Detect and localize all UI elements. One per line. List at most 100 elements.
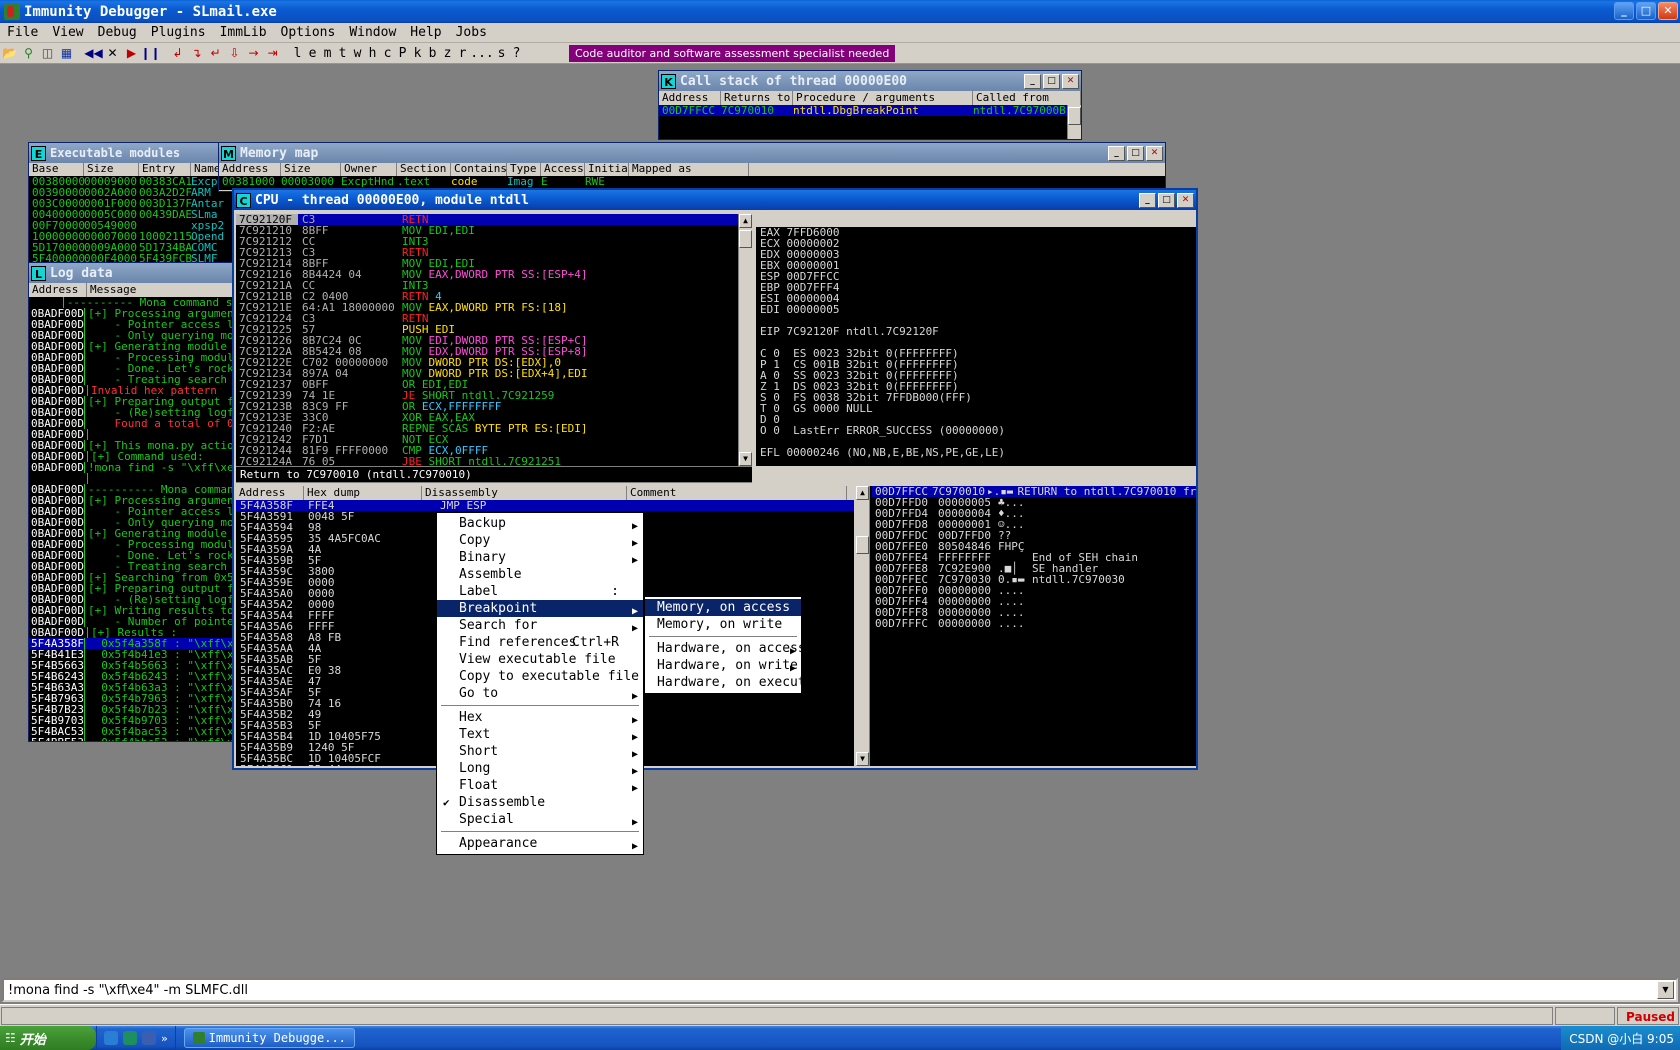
maximize-button[interactable]: □ [1636, 2, 1656, 20]
cpu-maximize-button[interactable]: □ [1158, 192, 1175, 208]
submenu-item-memory-on-write[interactable]: Memory, on write [645, 616, 801, 633]
stop-icon[interactable]: ✕ [104, 45, 121, 62]
memorymap-close-button[interactable]: ✕ [1146, 145, 1163, 161]
memorymap-col-access[interactable]: Access [541, 163, 585, 176]
menu-file[interactable]: File [0, 24, 45, 41]
ad-banner[interactable]: Code auditor and software assessment spe… [569, 45, 896, 62]
memorymap-maximize-button[interactable]: □ [1127, 145, 1144, 161]
callstack-column-headers[interactable]: Address Returns to Procedure / arguments… [659, 91, 1081, 105]
menu-item-short[interactable]: Short ▶ [437, 743, 643, 760]
toolbar-letter-z[interactable]: z [440, 46, 455, 61]
dump-col-address[interactable]: Address [236, 486, 304, 500]
submenu-item-memory-on-access[interactable]: Memory, on access [645, 599, 801, 616]
run-person-icon[interactable]: ⚲ [20, 45, 37, 62]
start-button[interactable]: ☷ 开始 [0, 1026, 96, 1050]
logdata-col-address[interactable]: Address [29, 283, 87, 297]
window-controls[interactable]: _ □ ✕ [1614, 2, 1678, 20]
toolbar-letter-k[interactable]: k [410, 46, 425, 61]
taskbar-item-immunity[interactable]: Immunity Debugge... [183, 1028, 355, 1048]
callstack-col-returns[interactable]: Returns to [721, 91, 793, 105]
system-tray[interactable]: CSDN @小白 9:05 [1561, 1026, 1680, 1050]
step-into-icon[interactable]: ↲ [169, 45, 186, 62]
command-input[interactable]: !mona find -s "\xff\xe4" -m SLMFC.dll [4, 983, 248, 998]
disassembly-scrollbar[interactable]: ▲ ▼ [738, 214, 752, 466]
toolbar-letter-h[interactable]: h [365, 46, 380, 61]
table-row[interactable]: 00D7FFCC 7C970010 ntdll.DbgBreakPoint nt… [659, 105, 1081, 116]
taskbar[interactable]: ☷ 开始 » Immunity Debugge... CSDN @小白 9:05 [0, 1026, 1680, 1050]
command-bar[interactable]: !mona find -s "\xff\xe4" -m SLMFC.dll ▼ [2, 978, 1678, 1002]
scroll-up-icon[interactable]: ▲ [739, 214, 752, 228]
modules-col-entry[interactable]: Entry [139, 163, 191, 176]
menu-item-float[interactable]: Float ▶ [437, 777, 643, 794]
trace-over-icon[interactable]: ⇩ [226, 45, 243, 62]
chevron-right-icon[interactable]: » [161, 1032, 168, 1045]
logdata-titlebar[interactable]: L Log data [29, 263, 239, 283]
menu-item-hex[interactable]: Hex ▶ [437, 709, 643, 726]
callstack-col-procedure[interactable]: Procedure / arguments [793, 91, 973, 105]
callstack-scrollbar[interactable]: ▲ [1067, 105, 1081, 139]
run-icon[interactable]: ▶ [123, 45, 140, 62]
toolbar-help-icon[interactable]: ? [509, 46, 524, 61]
register-eip[interactable]: EIP 7C92120F ntdll.7C92120F [760, 326, 1196, 337]
memorymap-col-mappedas[interactable]: Mapped as [629, 163, 749, 176]
menu-item-appearance[interactable]: Appearance ▶ [437, 835, 643, 852]
toolbar-letter-ellipsis[interactable]: ... [470, 46, 494, 61]
spacer[interactable] [760, 458, 1196, 466]
memorymap-col-address[interactable]: Address [219, 163, 281, 176]
minimize-button[interactable]: _ [1614, 2, 1634, 20]
callstack-list[interactable]: 00D7FFCC 7C970010 ntdll.DbgBreakPoint nt… [659, 105, 1081, 139]
memory-map-window[interactable]: M Memory map _ □ ✕ Address Size Owner Se… [218, 142, 1166, 192]
explorer-icon[interactable] [142, 1031, 156, 1045]
quick-launch-bar[interactable]: » [96, 1026, 176, 1050]
menu-help[interactable]: Help [403, 24, 448, 41]
dump-col-hexdump[interactable]: Hex dump [304, 486, 422, 500]
toolbar-letter-m[interactable]: m [320, 46, 335, 61]
menu-item-go-to[interactable]: Go to ▶ [437, 685, 643, 702]
scroll-up-icon[interactable]: ▲ [856, 486, 869, 500]
toolbar-letter-t[interactable]: t [335, 46, 350, 61]
window-grid-icon[interactable]: ▦ [58, 45, 75, 62]
menu-item-binary[interactable]: Binary ▶ [437, 549, 643, 566]
menu-item-text[interactable]: Text ▶ [437, 726, 643, 743]
memorymap-col-owner[interactable]: Owner [341, 163, 397, 176]
menu-options[interactable]: Options [274, 24, 343, 41]
modules-titlebar[interactable]: E Executable modules [29, 143, 239, 163]
cpu-close-button[interactable]: ✕ [1177, 192, 1194, 208]
menu-item-backup[interactable]: Backup ▶ [437, 515, 643, 532]
executable-modules-window[interactable]: E Executable modules Base Size Entry Nam… [28, 142, 240, 264]
ie-icon[interactable] [104, 1031, 118, 1045]
memorymap-col-initial[interactable]: Initial [585, 163, 629, 176]
modules-column-headers[interactable]: Base Size Entry Name [29, 163, 239, 176]
modules-col-base[interactable]: Base [29, 163, 84, 176]
dump-col-disassembly[interactable]: Disassembly [422, 486, 627, 500]
breakpoint-submenu[interactable]: Memory, on access Memory, on write Hardwar… [644, 596, 829, 694]
callstack-minimize-button[interactable]: _ [1024, 73, 1041, 89]
menu-jobs[interactable]: Jobs [449, 24, 494, 41]
close-button[interactable]: ✕ [1658, 2, 1678, 20]
list-item[interactable]: 5F4BBE53 0x5f4bbe53 : "\xff\xe4" [29, 737, 239, 741]
trace-into-icon[interactable]: ↵ [207, 45, 224, 62]
menu-item-label[interactable]: Label: [437, 583, 643, 600]
toolbar-letter-s[interactable]: s [494, 46, 509, 61]
memorymap-col-type[interactable]: Type [507, 163, 541, 176]
register-edi[interactable]: EDI 00000005 [760, 304, 1196, 315]
disassembly-row[interactable]: 7C92124A 76 05 JBE SHORT ntdll.7C921251 [236, 456, 752, 466]
scroll-thumb[interactable] [1068, 107, 1081, 125]
media-icon[interactable] [123, 1031, 137, 1045]
menu-item-search-for[interactable]: Search for ▶ [437, 617, 643, 634]
scroll-thumb[interactable] [856, 536, 869, 554]
stack-pane[interactable]: ▲ ▼ 00D7FFCC 7C970010 ▸.▪▬ RETURN to ntdll.… [856, 486, 1196, 766]
callstack-maximize-button[interactable]: □ [1043, 73, 1060, 89]
table-row[interactable]: 00381000 00003000 ExcptHnd .text code Im… [219, 176, 1165, 187]
logdata-col-message[interactable]: Message [87, 283, 237, 297]
toolbar-letter-b[interactable]: b [425, 46, 440, 61]
logdata-column-headers[interactable]: Address Message [29, 283, 239, 297]
callstack-titlebar[interactable]: K Call stack of thread 00000E00 _ □ ✕ [659, 71, 1081, 91]
menu-item-breakpoint[interactable]: Breakpoint ▶ [437, 600, 643, 617]
logdata-list[interactable]: ---------- Mona command st 0BADF00D [+] Pr… [29, 297, 239, 741]
pause-icon[interactable]: ❙❙ [140, 45, 160, 62]
scroll-thumb[interactable] [739, 230, 752, 248]
menu-window[interactable]: Window [342, 24, 403, 41]
memorymap-titlebar[interactable]: M Memory map _ □ ✕ [219, 143, 1165, 163]
memorymap-col-contains[interactable]: Contains [451, 163, 507, 176]
